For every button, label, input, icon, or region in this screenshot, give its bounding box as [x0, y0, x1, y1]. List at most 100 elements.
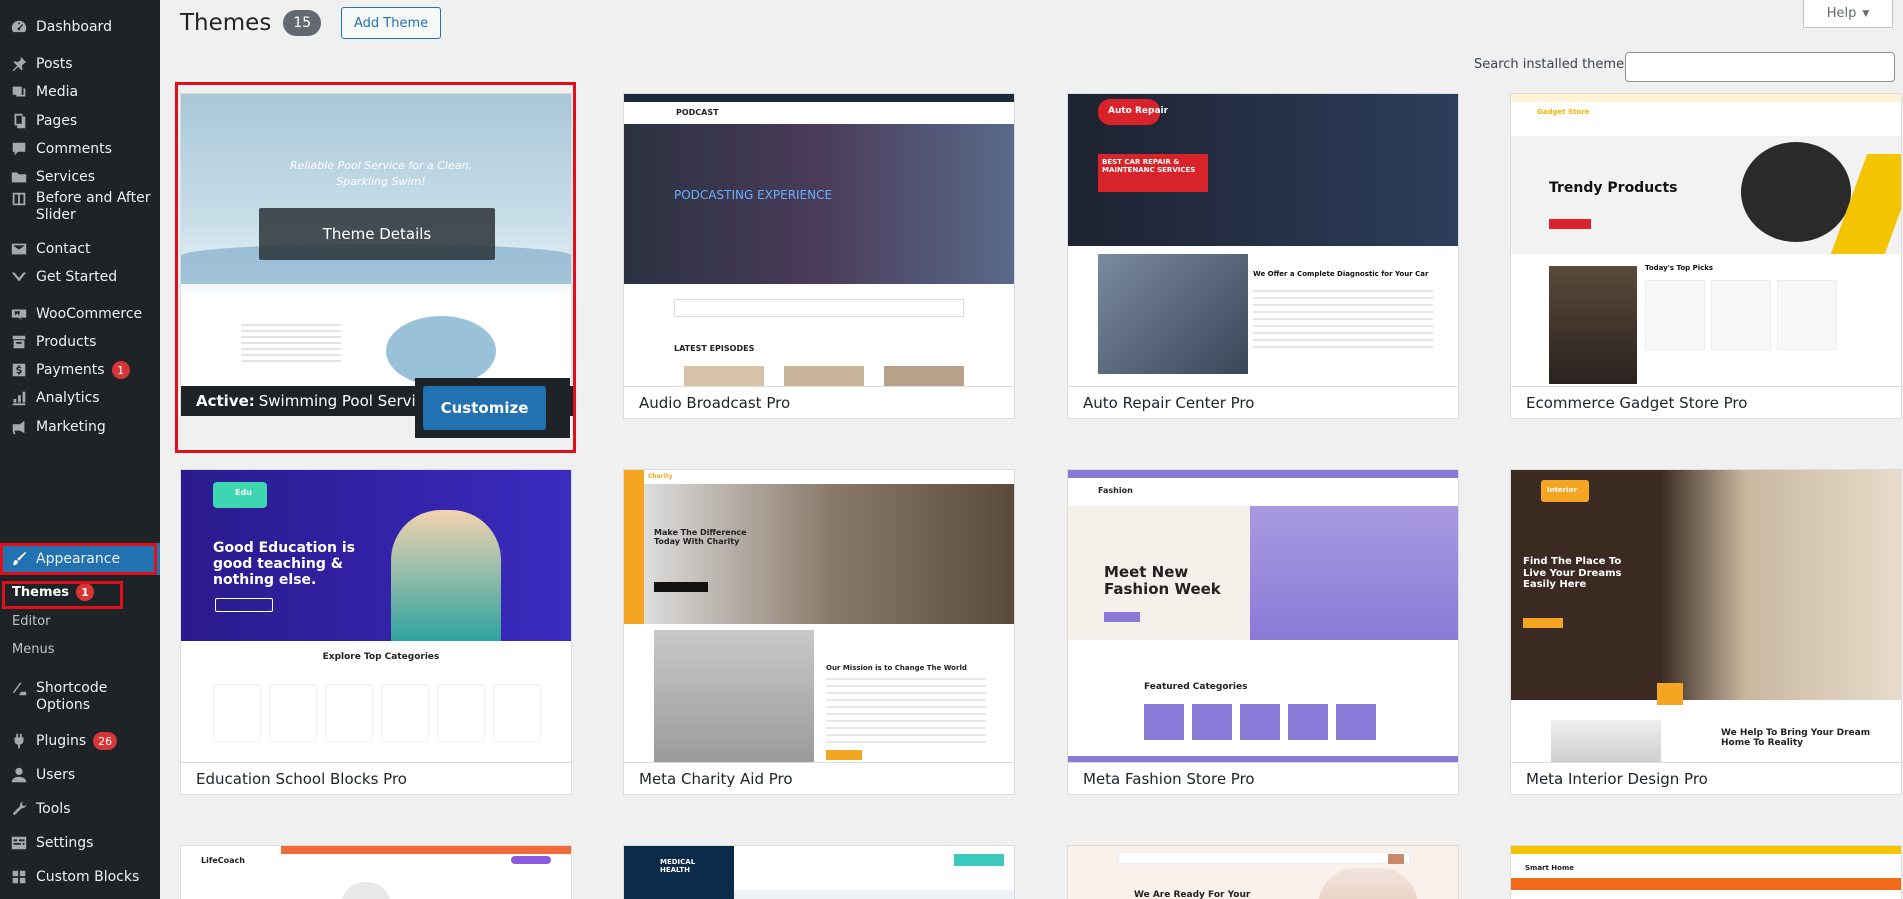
product-card — [1645, 280, 1705, 350]
menu-settings[interactable]: Settings — [0, 827, 160, 859]
menu-label: Users — [36, 766, 76, 783]
search-input[interactable] — [1625, 52, 1895, 82]
menu-custom-blocks[interactable]: Custom Blocks — [0, 861, 160, 893]
donate-button — [826, 750, 862, 760]
plan-image — [1551, 720, 1661, 762]
menu-get-started[interactable]: Get Started — [0, 261, 160, 293]
submenu-themes[interactable]: Themes 1 — [4, 578, 122, 606]
category-tile — [1288, 704, 1328, 740]
theme-screenshot: Reliable Pool Service for a Clean, Spark… — [181, 94, 571, 386]
themes-badge: 1 — [76, 583, 95, 601]
theme-screenshot: Interior Find The Place To Live Your Dre… — [1511, 470, 1901, 762]
theme-card-medical-health[interactable]: MEDICAL HEALTH — [623, 845, 1015, 899]
menu-analytics[interactable]: Analytics — [0, 382, 160, 414]
headphone-image — [1741, 142, 1851, 242]
episode-thumb — [684, 366, 764, 386]
category-card — [493, 684, 541, 742]
brand-logo: LifeCoach — [201, 856, 245, 865]
body-text-lines — [1253, 290, 1433, 350]
audio-player — [674, 299, 964, 317]
section-title: We Offer a Complete Diagnostic for Your … — [1253, 270, 1429, 278]
topbar — [281, 846, 571, 854]
search-label: Search installed themes — [1474, 57, 1631, 72]
menu-users[interactable]: Users — [0, 759, 160, 791]
menu-tools[interactable]: Tools — [0, 793, 160, 825]
menu-plugins[interactable]: Plugins 26 — [0, 725, 160, 757]
help-button[interactable]: Help ▼ — [1803, 0, 1893, 28]
hero-button — [1523, 618, 1563, 628]
menu-label: Media — [36, 83, 79, 100]
menu-label: Appearance — [36, 550, 121, 567]
brand-logo: Auto Repair — [1108, 106, 1169, 116]
theme-card-auto-repair[interactable]: Auto Repair BEST CAR REPAIR & MAINTENANC… — [1067, 93, 1459, 419]
menu-label: Dashboard — [36, 18, 112, 35]
menu-label: Get Started — [36, 268, 118, 285]
theme-screenshot: Fashion Meet New Fashion Week Featured C… — [1068, 470, 1458, 762]
section-title: LATEST EPISODES — [674, 344, 755, 353]
shortcode-icon — [8, 680, 30, 698]
pages-icon — [8, 112, 30, 130]
hero-title: Good Education is good teaching & nothin… — [213, 540, 356, 589]
pin-icon — [8, 55, 30, 73]
chart-icon — [8, 389, 30, 407]
theme-card-education-school[interactable]: Edu Good Education is good teaching & no… — [180, 469, 572, 795]
user-icon — [8, 766, 30, 784]
category-card — [269, 684, 317, 742]
menu-dashboard[interactable]: Dashboard — [0, 11, 160, 43]
mechanic-photo — [1098, 254, 1248, 374]
menu-label: Posts — [36, 55, 73, 72]
product-card — [1777, 280, 1837, 350]
topbar — [1511, 846, 1901, 854]
category-tile — [1144, 704, 1184, 740]
episode-thumb — [784, 366, 864, 386]
theme-card-active[interactable]: Reliable Pool Service for a Clean, Spark… — [180, 93, 573, 438]
wrench-icon — [8, 800, 30, 818]
hero-button — [654, 582, 708, 592]
comment-icon — [8, 140, 30, 158]
submenu-editor[interactable]: Editor — [12, 614, 50, 629]
brand-logo: PODCAST — [676, 108, 719, 117]
theme-name: Ecommerce Gadget Store Pro — [1511, 386, 1901, 418]
brand-logo: Edu — [235, 488, 252, 497]
theme-card-meta-charity[interactable]: Charity Make The Difference Today With C… — [623, 469, 1015, 795]
add-theme-button[interactable]: Add Theme — [341, 7, 442, 39]
theme-name: Audio Broadcast Pro — [624, 386, 1014, 418]
category-card — [213, 684, 261, 742]
brand-logo: Smart Home — [1525, 864, 1575, 872]
menu-label: Marketing — [36, 418, 106, 435]
theme-name: Meta Charity Aid Pro — [624, 762, 1014, 794]
section-title: We Help To Bring Your Dream Home To Real… — [1721, 728, 1871, 749]
hero-title: Meet New Fashion Week — [1104, 563, 1221, 599]
theme-card-meta-fashion[interactable]: Fashion Meet New Fashion Week Featured C… — [1067, 469, 1459, 795]
theme-card-meta-interior[interactable]: Interior Find The Place To Live Your Dre… — [1510, 469, 1902, 795]
hero-text-line2: Sparkling Swim! — [336, 175, 426, 188]
hero-photo — [644, 484, 1014, 624]
brush-icon — [8, 550, 30, 568]
topbar — [1068, 470, 1458, 478]
product-card — [1711, 280, 1771, 350]
plugin-icon — [8, 732, 30, 750]
hero-button — [215, 598, 273, 612]
menu-marketing[interactable]: Marketing — [0, 411, 160, 443]
customize-wrap: Customize — [415, 378, 570, 438]
slider-icon — [8, 190, 30, 208]
menu-appearance[interactable]: Appearance — [0, 543, 160, 575]
customize-button[interactable]: Customize — [423, 386, 546, 430]
category-card — [437, 684, 485, 742]
category-tile — [1336, 704, 1376, 740]
blocks-icon — [8, 868, 30, 886]
hero-title: Make The Difference Today With Charity — [654, 528, 747, 547]
theme-details-button[interactable]: Theme Details — [259, 208, 495, 260]
theme-card-ecommerce-gadget[interactable]: Gadget Store Trendy Products Today's Top… — [1510, 93, 1902, 419]
theme-card-audio-broadcast[interactable]: PODCAST PODCASTING EXPERIENCE LATEST EPI… — [623, 93, 1015, 419]
menu-services[interactable]: Services — [0, 161, 160, 193]
theme-card-beauty[interactable]: We Are Ready For Your — [1067, 845, 1459, 899]
theme-card-smart-home[interactable]: Smart Home — [1510, 845, 1902, 899]
theme-card-life-coach[interactable]: LifeCoach — [180, 845, 572, 899]
woo-icon — [8, 305, 30, 323]
menu-media[interactable]: Media — [0, 76, 160, 108]
section-title: Today's Top Picks — [1645, 264, 1714, 272]
menu-before-after-slider[interactable]: Before and After Slider — [0, 190, 160, 230]
submenu-menus[interactable]: Menus — [12, 642, 54, 657]
menu-shortcode-options[interactable]: Shortcode Options — [0, 680, 160, 720]
